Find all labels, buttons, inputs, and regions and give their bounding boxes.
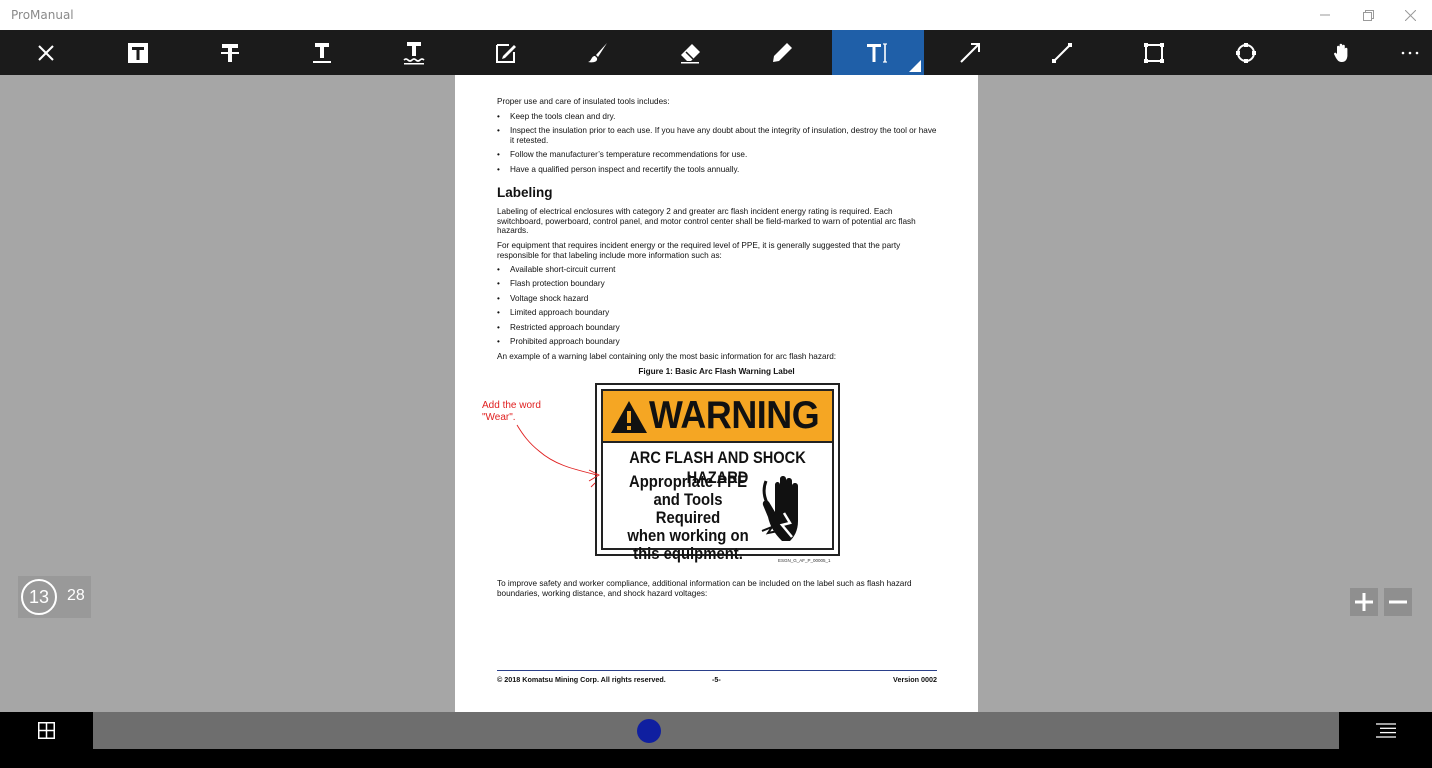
hand-pan-button[interactable] (1296, 30, 1388, 75)
line-button[interactable] (1016, 30, 1108, 75)
app-title: ProManual (11, 8, 74, 22)
submenu-indicator-icon (909, 60, 921, 72)
ppe-line: and Tools Required (653, 491, 723, 527)
intro-text: Proper use and care of insulated tools i… (497, 97, 670, 106)
pencil-icon (773, 42, 792, 62)
compliance-paragraph: To improve safety and worker compliance,… (497, 579, 912, 598)
table-of-contents-button[interactable] (1339, 712, 1432, 749)
warning-label-figure: WARNING ARC FLASH AND SHOCK HAZARD Appro… (595, 383, 840, 563)
minimize-icon (1320, 14, 1330, 16)
warning-header: WARNING (603, 391, 832, 443)
label-code: ESGN_G_AF_P_00005_1 (778, 558, 831, 563)
label-bullet: Flash protection boundary (497, 279, 937, 289)
title-bar: ProManual (0, 0, 1432, 30)
warning-word: WARNING (649, 394, 820, 437)
text-box-button[interactable] (832, 30, 924, 75)
page-slider-track[interactable] (93, 712, 1339, 749)
restore-icon (1362, 9, 1374, 21)
grid-view-icon (38, 722, 55, 739)
care-bullet: Keep the tools clean and dry. (497, 112, 937, 122)
restore-button[interactable] (1346, 0, 1390, 30)
line-icon (1052, 42, 1072, 63)
zoom-out-button[interactable] (1384, 588, 1412, 616)
note-icon (496, 43, 516, 63)
example-paragraph: An example of a warning label containing… (497, 352, 837, 361)
care-bullet: Follow the manufacturer’s temperature re… (497, 150, 937, 160)
ellipse-button[interactable] (1200, 30, 1292, 75)
close-annotation-button[interactable] (0, 30, 92, 75)
more-options-button[interactable] (1388, 30, 1432, 75)
label-bullet: Voltage shock hazard (497, 294, 937, 304)
underline-text-icon (313, 42, 331, 63)
bottom-strip (0, 749, 1432, 768)
underline-text-button[interactable] (276, 30, 368, 75)
text-box-icon (867, 42, 887, 63)
table-of-contents-icon (1375, 723, 1396, 738)
arrow-button[interactable] (924, 30, 1016, 75)
squiggly-underline-button[interactable] (368, 30, 460, 75)
grid-view-button[interactable] (0, 712, 93, 749)
brush-icon (588, 42, 607, 62)
page-slider-thumb[interactable] (637, 719, 661, 743)
copyright-text: © 2018 Komatsu Mining Corp. All rights r… (497, 675, 666, 684)
ppe-line: when working on (627, 527, 749, 545)
hand-pan-icon (1333, 43, 1348, 62)
rectangle-button[interactable] (1108, 30, 1200, 75)
strikethrough-text-icon (221, 43, 239, 62)
eraser-icon (681, 43, 700, 63)
squiggly-underline-icon (403, 41, 425, 64)
care-bullet: Inspect the insulation prior to each use… (497, 126, 937, 145)
more-icon (1401, 51, 1419, 54)
label-bullet: Restricted approach boundary (497, 323, 937, 333)
highlight-text-icon (128, 42, 148, 63)
highlight-text-button[interactable] (92, 30, 184, 75)
brush-button[interactable] (552, 30, 644, 75)
annotation-arrow[interactable] (515, 423, 625, 489)
ellipse-icon (1236, 42, 1256, 63)
minimize-button[interactable] (1303, 0, 1347, 30)
pencil-button[interactable] (736, 30, 828, 75)
zoom-in-button[interactable] (1350, 588, 1378, 616)
total-pages: 28 (67, 587, 85, 604)
version-text: Version 0002 (893, 675, 937, 684)
page-indicator[interactable]: 13 28 (18, 576, 91, 618)
close-icon (1404, 9, 1416, 21)
text-annotation[interactable]: Add the word "Wear". (482, 400, 541, 424)
close-icon (38, 44, 54, 61)
care-bullet: Have a qualified person inspect and rece… (497, 165, 937, 175)
figure-caption: Figure 1: Basic Arc Flash Warning Label (638, 367, 795, 376)
ppe-line: this equipment. (633, 545, 743, 563)
ppe-paragraph: For equipment that requires incident ene… (497, 241, 901, 260)
label-bullet: Limited approach boundary (497, 308, 937, 318)
warning-label-border: WARNING ARC FLASH AND SHOCK HAZARD Appro… (601, 389, 834, 563)
minus-icon (1389, 600, 1407, 604)
page-number: -5- (712, 675, 721, 684)
arrow-icon (960, 42, 980, 63)
annotation-toolbar (0, 30, 1432, 75)
rectangle-icon (1144, 42, 1164, 63)
close-window-button[interactable] (1388, 0, 1432, 30)
document-page[interactable]: Proper use and care of insulated tools i… (455, 75, 978, 712)
eraser-button[interactable] (644, 30, 736, 75)
footer-divider (497, 670, 937, 671)
note-button[interactable] (460, 30, 552, 75)
ppe-line: Appropriate PPE (628, 473, 747, 491)
ppe-instructions: Appropriate PPE and Tools Required when … (621, 473, 756, 563)
bottom-bar (0, 712, 1432, 749)
labeling-paragraph: Labeling of electrical enclosures with c… (497, 207, 916, 235)
section-heading: Labeling (497, 185, 553, 200)
plus-icon (1355, 593, 1373, 611)
current-page: 13 (21, 579, 57, 615)
annotation-line: Add the word (482, 400, 541, 411)
shock-hand-icon (761, 476, 798, 541)
label-bullet: Prohibited approach boundary (497, 337, 937, 347)
strikethrough-text-button[interactable] (184, 30, 276, 75)
label-bullet: Available short-circuit current (497, 265, 937, 275)
